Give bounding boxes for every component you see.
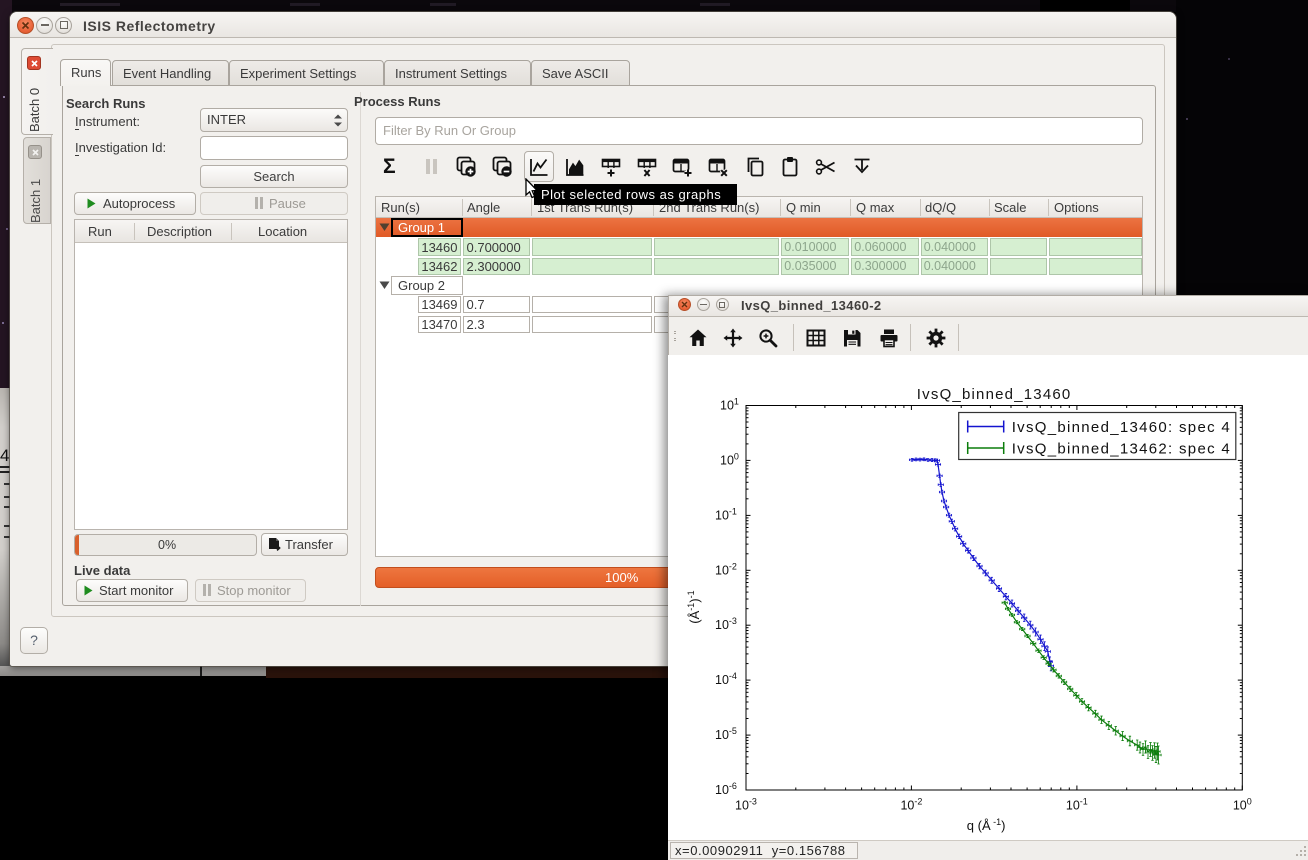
svg-text:IvsQ_binned_13460: spec 4: IvsQ_binned_13460: spec 4 — [1012, 419, 1231, 436]
svg-text:IvsQ_binned_13460: IvsQ_binned_13460 — [917, 386, 1072, 403]
svg-text:IvsQ_binned_13462: spec 4: IvsQ_binned_13462: spec 4 — [1012, 441, 1231, 458]
